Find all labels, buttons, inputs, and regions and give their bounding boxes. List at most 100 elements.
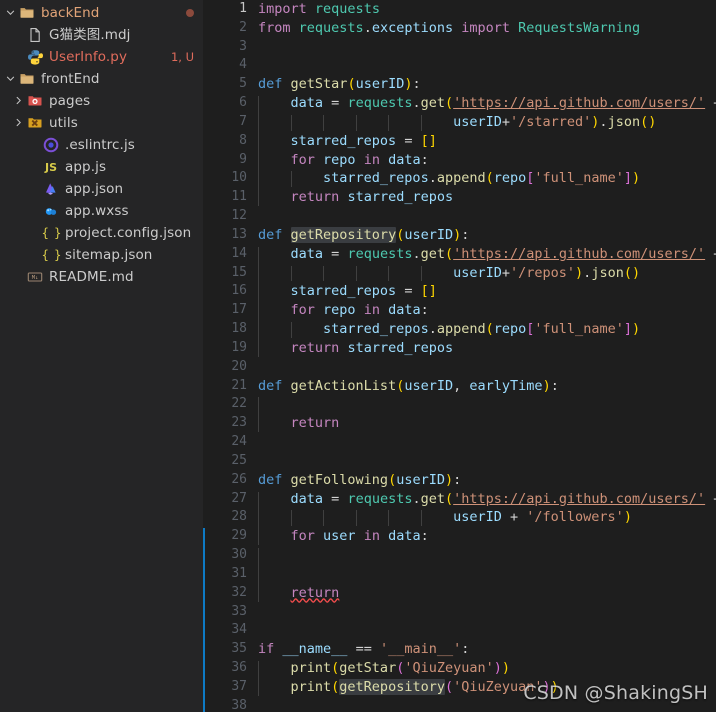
line-content[interactable]: userID + '/followers') [258, 508, 632, 527]
tree-item-eslintrc-js[interactable]: .eslintrc.js [0, 134, 203, 156]
line-content[interactable]: return starred_repos [258, 188, 454, 207]
code-line[interactable]: 16 starred_repos = [] [203, 282, 716, 301]
tree-item-label: README.md [49, 269, 134, 285]
code-line[interactable]: 2 from requests.exceptions import Request… [203, 19, 716, 38]
code-line[interactable]: 23 return [203, 414, 716, 433]
file-tree[interactable]: backEnd G猫类图.mdj UserInfo.py 1, U frontEnd pa… [0, 2, 203, 288]
code-line[interactable]: 7 userID+'/starred').json() [203, 113, 716, 132]
code-line[interactable]: 32 return [203, 584, 716, 603]
tree-item-g-mdj[interactable]: G猫类图.mdj [0, 24, 203, 46]
code-line[interactable]: 36 print(getStar('QiuZeyuan')) [203, 659, 716, 678]
code-line[interactable]: 33 [203, 603, 716, 622]
code-line[interactable]: 26 def getFollowing(userID): [203, 471, 716, 490]
line-content[interactable]: return [258, 584, 340, 603]
file-icon [26, 27, 44, 43]
line-number: 11 [231, 189, 247, 205]
sidebar-resize-sash[interactable] [203, 528, 205, 712]
code-line[interactable]: 19 return starred_repos [203, 339, 716, 358]
code-editor[interactable]: 1 import requests 2 from requests.exception… [203, 0, 716, 712]
code-line[interactable]: 12 [203, 207, 716, 226]
line-content[interactable]: starred_repos.append(repo['full_name']) [258, 320, 640, 339]
chevron-right-icon[interactable] [10, 112, 26, 134]
line-content[interactable]: def getStar(userID): [258, 75, 421, 94]
code-line[interactable]: 30 [203, 546, 716, 565]
code-line[interactable]: 14 data = requests.get('https://api.gith… [203, 245, 716, 264]
code-line[interactable]: 8 starred_repos = [] [203, 132, 716, 151]
code-line[interactable]: 4 [203, 56, 716, 75]
code-line[interactable]: 37 print(getRepository('QiuZeyuan')) [203, 678, 716, 697]
tree-item-sitemap-json[interactable]: { } sitemap.json [0, 244, 203, 266]
line-content[interactable]: from requests.exceptions import Requests… [258, 19, 640, 38]
code-line[interactable]: 15 userID+'/repos').json() [203, 264, 716, 283]
line-content[interactable]: starred_repos.append(repo['full_name']) [258, 169, 640, 188]
code-line[interactable]: 28 userID + '/followers') [203, 508, 716, 527]
tree-item-backend[interactable]: backEnd [0, 2, 203, 24]
code-line[interactable]: 22 [203, 395, 716, 414]
code-line[interactable]: 5 def getStar(userID): [203, 75, 716, 94]
line-content[interactable]: def getActionList(userID, earlyTime): [258, 377, 559, 396]
line-content[interactable]: return [258, 414, 340, 433]
line-content[interactable]: import requests [258, 0, 380, 19]
chevron-down-icon[interactable] [2, 68, 18, 90]
line-content[interactable]: for repo in data: [258, 301, 429, 320]
tree-item-app-wxss[interactable]: app.wxss [0, 200, 203, 222]
code-line[interactable]: 21 def getActionList(userID, earlyTime): [203, 377, 716, 396]
tree-item-label: project.config.json [65, 225, 192, 241]
tree-item-project-config-json[interactable]: { } project.config.json [0, 222, 203, 244]
line-content[interactable]: userID+'/starred').json() [258, 113, 656, 132]
chevron-down-icon[interactable] [2, 2, 18, 24]
code-line[interactable]: 6 data = requests.get('https://api.githu… [203, 94, 716, 113]
line-content[interactable]: starred_repos = [] [258, 282, 437, 301]
tree-item-pages[interactable]: pages [0, 90, 203, 112]
tree-item-label: sitemap.json [65, 247, 153, 263]
code-line[interactable]: 13 def getRepository(userID): [203, 226, 716, 245]
tree-item-userinfo-py[interactable]: UserInfo.py 1, U [0, 46, 203, 68]
code-line[interactable]: 24 [203, 433, 716, 452]
code-line[interactable]: 9 for repo in data: [203, 151, 716, 170]
line-content[interactable]: for user in data: [258, 527, 429, 546]
code-line[interactable]: 27 data = requests.get('https://api.gith… [203, 490, 716, 509]
code-line[interactable]: 34 [203, 621, 716, 640]
line-content[interactable]: data = requests.get('https://api.github.… [258, 490, 716, 509]
tree-item-frontend[interactable]: frontEnd [0, 68, 203, 90]
tree-item-label: backEnd [41, 5, 100, 21]
line-content[interactable]: for repo in data: [258, 151, 429, 170]
chevron-right-icon[interactable] [10, 90, 26, 112]
code-line[interactable]: 10 starred_repos.append(repo['full_name'… [203, 169, 716, 188]
tree-item-app-json[interactable]: app.json [0, 178, 203, 200]
code-line[interactable]: 25 [203, 452, 716, 471]
line-content[interactable]: data = requests.get('https://api.github.… [258, 94, 716, 113]
explorer-sidebar[interactable]: backEnd G猫类图.mdj UserInfo.py 1, U frontEnd pa… [0, 0, 203, 712]
tree-item-app-js[interactable]: JS app.js [0, 156, 203, 178]
code-line[interactable]: 17 for repo in data: [203, 301, 716, 320]
line-content[interactable]: def getFollowing(userID): [258, 471, 461, 490]
line-content[interactable]: print(getRepository('QiuZeyuan')) [258, 678, 559, 697]
line-number: 3 [239, 38, 247, 54]
line-number: 21 [231, 377, 247, 393]
line-content[interactable]: starred_repos = [] [258, 132, 437, 151]
code-line[interactable]: 18 starred_repos.append(repo['full_name'… [203, 320, 716, 339]
folder-utils-icon [26, 115, 44, 131]
line-content[interactable]: userID+'/repos').json() [258, 264, 640, 283]
svg-text:M↓: M↓ [32, 275, 39, 281]
code-line[interactable]: 35 if __name__ == '__main__': [203, 640, 716, 659]
tree-item-label: G猫类图.mdj [49, 27, 131, 43]
editor-code-surface[interactable]: 1 import requests 2 from requests.exception… [203, 0, 716, 712]
git-status-badge: 1, U [170, 50, 194, 64]
code-line[interactable]: 11 return starred_repos [203, 188, 716, 207]
line-content[interactable]: if __name__ == '__main__': [258, 640, 469, 659]
line-number: 18 [231, 321, 247, 337]
code-line[interactable]: 3 [203, 38, 716, 57]
line-content[interactable]: return starred_repos [258, 339, 454, 358]
folder-open-icon [18, 5, 36, 21]
code-line[interactable]: 1 import requests [203, 0, 716, 19]
line-content[interactable]: def getRepository(userID): [258, 226, 469, 245]
tree-item-readme-md[interactable]: M↓ README.md [0, 266, 203, 288]
code-line[interactable]: 29 for user in data: [203, 527, 716, 546]
code-line[interactable]: 20 [203, 358, 716, 377]
line-content[interactable]: print(getStar('QiuZeyuan')) [258, 659, 511, 678]
line-content[interactable]: data = requests.get('https://api.github.… [258, 245, 716, 264]
tree-item-utils[interactable]: utils [0, 112, 203, 134]
code-line[interactable]: 31 [203, 565, 716, 584]
code-line[interactable]: 38 [203, 697, 716, 712]
